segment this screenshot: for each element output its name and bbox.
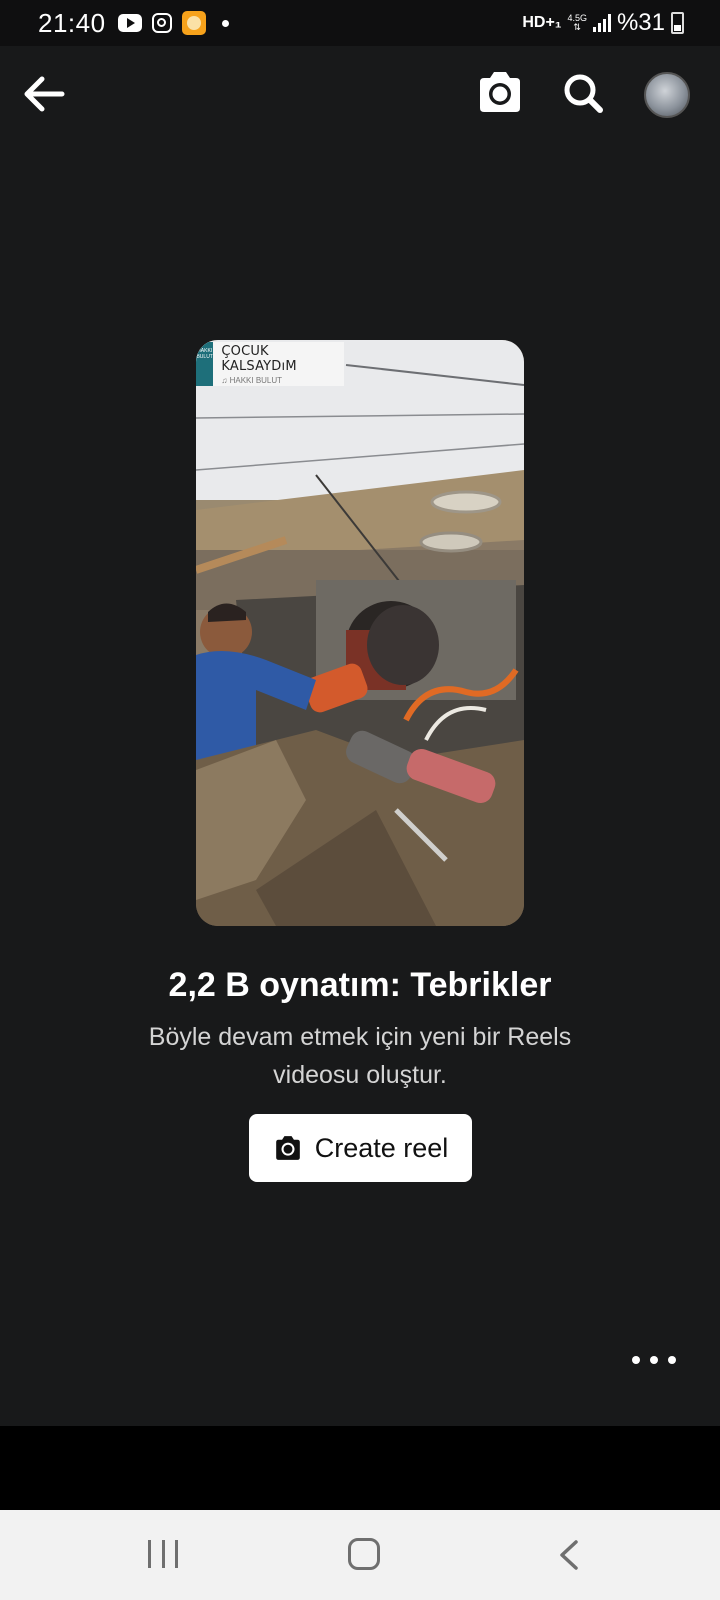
create-reel-label: Create reel xyxy=(314,1132,449,1163)
back-icon[interactable] xyxy=(556,1540,584,1570)
reel-music-title: ÇOCUK KALSAYDıM xyxy=(221,343,297,374)
signal-icon xyxy=(592,14,611,32)
status-time: 21:40 xyxy=(38,7,106,38)
notification-icons xyxy=(117,11,229,35)
recents-icon[interactable] xyxy=(148,1540,178,1570)
reel-music-thumb: HAKKI BULUT xyxy=(196,342,214,386)
reel-music-text: ÇOCUK KALSAYDıM ♫ HAKKI BULUT xyxy=(213,344,344,385)
avatar[interactable] xyxy=(644,72,690,118)
reel-music-tag: HAKKI BULUT ÇOCUK KALSAYDıM ♫ HAKKI BULU… xyxy=(196,342,344,386)
bottom-spacer xyxy=(0,1426,720,1510)
network-type: HD+₁ xyxy=(522,14,562,31)
system-nav-bar xyxy=(0,1510,720,1600)
create-reel-button[interactable]: Create reel xyxy=(249,1114,472,1182)
instagram-icon xyxy=(151,13,172,33)
more-options-icon[interactable] xyxy=(632,1350,676,1370)
home-icon[interactable] xyxy=(348,1538,380,1570)
dot-icon xyxy=(221,19,229,27)
subtext: Böyle devam etmek için yeni bir Reels vi… xyxy=(148,1023,572,1089)
battery-icon xyxy=(671,12,684,34)
data-arrows-icon: ⇅ xyxy=(573,22,581,32)
back-arrow-icon[interactable] xyxy=(22,72,66,116)
battery-percent: %31 xyxy=(616,9,665,36)
camera-icon[interactable] xyxy=(476,70,524,114)
reel-video-frame xyxy=(196,340,524,926)
app-notification-icon xyxy=(181,11,206,35)
youtube-icon xyxy=(117,14,142,32)
status-right: HD+₁ 4.5G ⇅ %31 xyxy=(522,0,684,46)
reel-music-artist: ♫ HAKKI BULUT xyxy=(221,375,283,385)
app-bar xyxy=(0,46,720,142)
search-icon[interactable] xyxy=(562,72,604,114)
status-bar: 21:40 HD+₁ 4.5G ⇅ %31 xyxy=(0,0,720,46)
headline: 2,2 B oynatım: Tebrikler xyxy=(168,966,552,1004)
reel-thumbnail[interactable]: HAKKI BULUT ÇOCUK KALSAYDıM ♫ HAKKI BULU… xyxy=(196,340,524,926)
camera-icon xyxy=(275,1136,300,1160)
lte-indicator: 4.5G ⇅ xyxy=(567,14,587,32)
